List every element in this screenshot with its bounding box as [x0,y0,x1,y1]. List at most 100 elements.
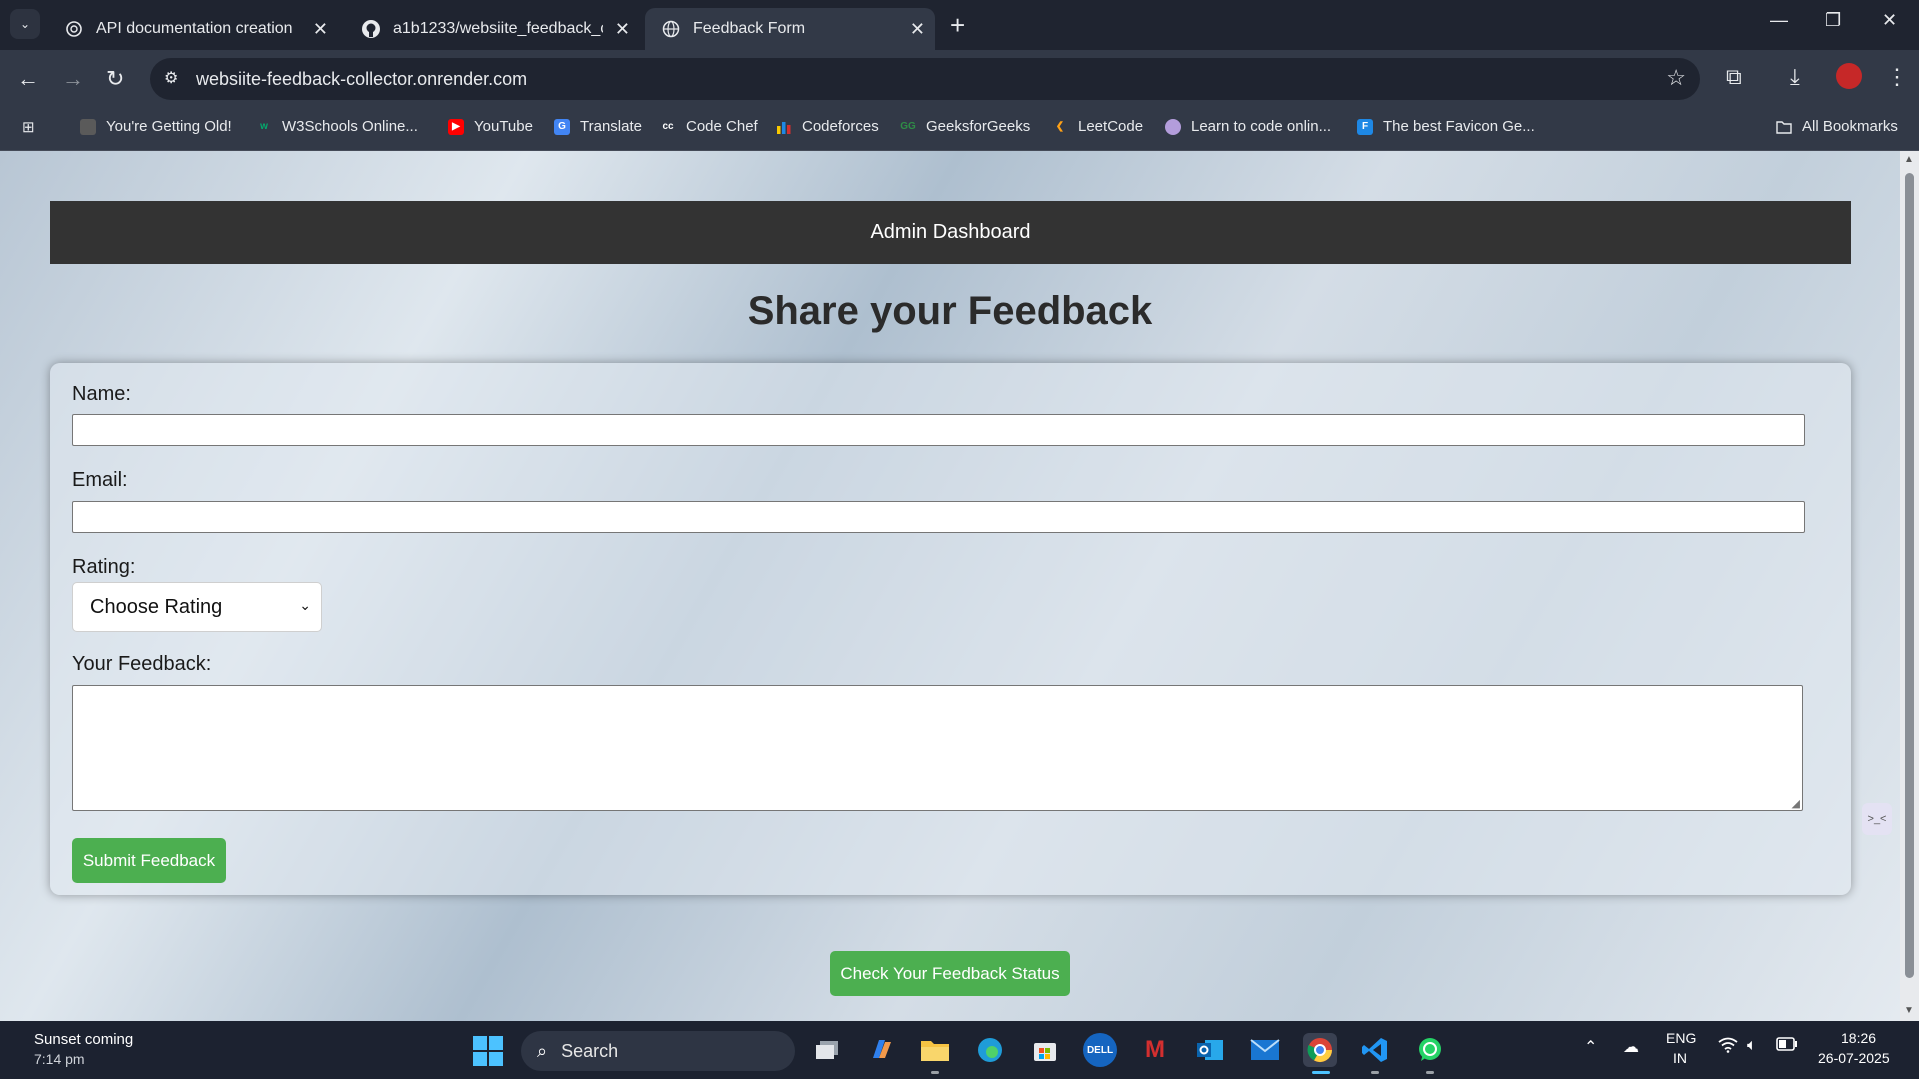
leetcode-icon: ❮ [1055,121,1065,132]
resize-handle-icon[interactable]: ◢ [1792,797,1800,810]
check-status-button[interactable]: Check Your Feedback Status [830,951,1070,996]
bookmark-leetcode[interactable]: ❮ LeetCode [1052,118,1143,135]
language-region[interactable]: IN [1673,1050,1687,1066]
apps-grid-icon[interactable]: ⊞ [22,118,35,136]
bookmark-label: YouTube [474,118,533,135]
codechef-icon: cc [662,121,674,132]
vscode-icon[interactable] [1358,1033,1392,1067]
side-assistant-icon[interactable]: >_< [1862,803,1892,835]
address-bar[interactable]: ⚙ websiite-feedback-collector.onrender.c… [150,58,1700,100]
bookmark-label: LeetCode [1078,118,1144,135]
restore-icon[interactable]: ❐ [1825,10,1841,31]
menu-kebab-icon[interactable]: ⋮ [1886,64,1908,90]
scroll-up-icon[interactable]: ▲ [1904,154,1914,165]
extensions-icon[interactable]: ⧉ [1726,64,1742,90]
copilot-icon[interactable] [864,1033,898,1067]
submit-feedback-button[interactable]: Submit Feedback [72,838,226,883]
codeforces-icon [776,119,792,135]
bookmark-favicon-generator[interactable]: F The best Favicon Ge... [1357,118,1535,135]
scrollbar-thumb[interactable] [1905,173,1914,978]
running-indicator [1371,1071,1379,1074]
rating-select[interactable]: Choose Rating ⌄ [72,582,322,632]
outlook-icon[interactable] [1193,1033,1227,1067]
task-view-icon[interactable] [810,1033,844,1067]
folder-icon [1776,119,1792,135]
site-info-icon[interactable]: ⚙ [164,68,178,88]
page-scrollbar[interactable]: ▲ ▼ [1900,151,1919,1021]
bookmark-youre-getting-old[interactable]: You're Getting Old! [80,118,232,135]
reload-icon[interactable]: ↻ [106,66,124,92]
clock-time[interactable]: 18:26 [1841,1030,1876,1046]
bookmark-label: You're Getting Old! [106,118,232,135]
running-indicator [1426,1071,1434,1074]
profile-avatar[interactable] [1836,63,1862,89]
openai-icon [64,19,84,39]
bookmark-w3schools[interactable]: w W3Schools Online... [256,118,418,135]
bookmark-learn-to-code[interactable]: Learn to code onlin... [1165,118,1331,135]
feedback-textarea[interactable]: ◢ [72,685,1803,811]
mcafee-icon[interactable]: M [1138,1033,1172,1067]
bookmark-codechef[interactable]: cc Code Chef [660,118,758,135]
file-explorer-icon[interactable] [918,1033,952,1067]
bookmark-label: Translate [580,118,642,135]
download-icon[interactable]: ⤓ [1790,64,1800,90]
chevron-down-icon: ⌄ [299,597,311,613]
w3schools-icon: w [260,121,268,132]
onedrive-icon[interactable]: ☁ [1623,1037,1639,1057]
weather-time[interactable]: 7:14 pm [34,1051,85,1067]
bookmark-youtube[interactable]: ▶ YouTube [448,118,533,135]
name-field[interactable] [72,414,1805,446]
close-icon[interactable]: ✕ [910,19,925,40]
github-icon [361,19,381,39]
all-bookmarks[interactable]: All Bookmarks [1776,118,1898,135]
language-code[interactable]: ENG [1666,1030,1696,1046]
microsoft-store-icon[interactable] [1028,1033,1062,1067]
taskbar-search[interactable]: ⌕ Search [521,1031,795,1071]
tab-github-repo[interactable]: a1b1233/websiite_feedback_co ✕ [345,8,640,50]
email-field[interactable] [72,501,1805,533]
translate-icon: G [554,118,570,135]
url-text[interactable]: websiite-feedback-collector.onrender.com [196,69,527,90]
bookmark-star-icon[interactable]: ☆ [1666,65,1686,91]
tab-title: Feedback Form [693,20,806,37]
new-tab-button[interactable]: + [950,10,965,41]
bookmark-translate[interactable]: G Translate [554,118,642,135]
close-icon[interactable]: ✕ [313,19,328,40]
bookmark-label: Code Chef [686,118,758,135]
mail-icon[interactable] [1248,1033,1282,1067]
window-close-icon[interactable]: ✕ [1882,10,1897,31]
dell-icon[interactable]: DELL [1083,1033,1117,1067]
bookmark-label: Codeforces [802,118,879,135]
forward-icon[interactable]: → [62,66,84,92]
rating-selected-value: Choose Rating [90,595,223,618]
email-label: Email: [72,469,128,491]
edge-icon[interactable] [973,1033,1007,1067]
feedback-form: Name: Email: Rating: Choose Rating ⌄ You… [50,363,1851,895]
feedback-label: Your Feedback: [72,653,212,675]
learn-code-icon [1165,118,1181,135]
clock-date[interactable]: 26-07-2025 [1818,1050,1890,1066]
back-icon[interactable]: ← [17,66,39,92]
bookmark-geeksforgeeks[interactable]: GG GeeksforGeeks [900,118,1030,135]
windows-start-icon[interactable] [473,1036,503,1066]
volume-icon[interactable]: 🔈︎ [1747,1037,1757,1055]
chrome-icon[interactable] [1303,1033,1337,1067]
tab-feedback-form[interactable]: Feedback Form ✕ [645,8,935,50]
whatsapp-icon[interactable] [1413,1033,1447,1067]
wifi-icon[interactable] [1718,1037,1738,1058]
tab-api-documentation[interactable]: API documentation creation ✕ [48,8,338,50]
scroll-down-icon[interactable]: ▼ [1904,1005,1914,1016]
bookmark-label: W3Schools Online... [282,118,418,135]
bookmark-codeforces[interactable]: Codeforces [776,118,879,135]
admin-dashboard-link[interactable]: Admin Dashboard [50,201,1851,264]
weather-title[interactable]: Sunset coming [34,1031,133,1048]
tab-title: API documentation creation [96,20,293,37]
chevron-up-icon[interactable]: ⌃ [1584,1037,1597,1057]
battery-icon[interactable] [1776,1037,1798,1056]
youtube-icon: ▶ [448,118,464,135]
close-icon[interactable]: ✕ [615,19,630,40]
tab-search-button[interactable]: ⌄ [10,9,40,39]
minimize-icon[interactable]: — [1770,10,1788,31]
rating-label: Rating: [72,556,136,578]
page-title: Share your Feedback [747,289,1153,333]
